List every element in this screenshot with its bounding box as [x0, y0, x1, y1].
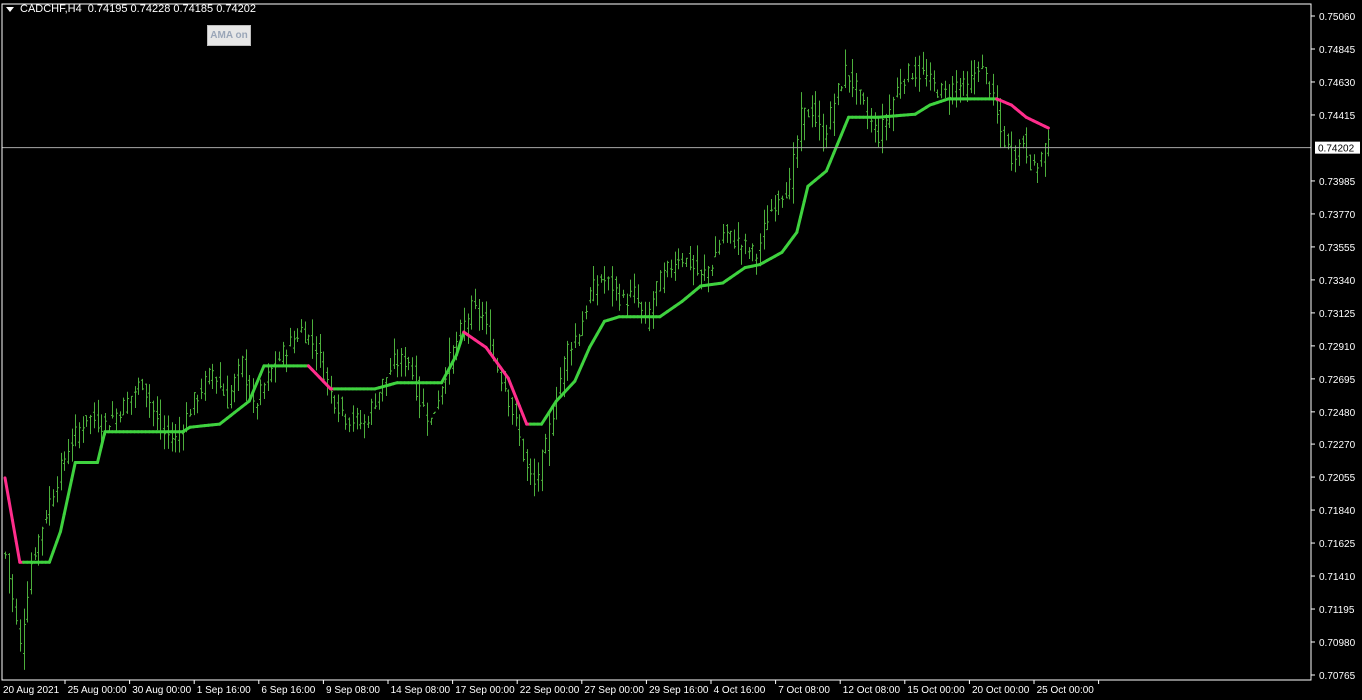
- y-tick-label: 0.73770: [1319, 210, 1356, 221]
- x-tick-label: 17 Sep 00:00: [455, 685, 515, 696]
- chart-background: [0, 0, 1362, 700]
- y-tick-label: 0.72910: [1319, 342, 1356, 353]
- x-tick-label: 9 Sep 08:00: [326, 685, 380, 696]
- chart-header: CADCHF,H4 0.74195 0.74228 0.74185 0.7420…: [6, 3, 256, 15]
- bid-label-text: 0.74202: [1318, 144, 1355, 155]
- y-tick-label: 0.71625: [1319, 539, 1356, 550]
- y-tick-label: 0.71840: [1319, 506, 1356, 517]
- x-tick-label: 29 Sep 16:00: [649, 685, 709, 696]
- y-tick-label: 0.70765: [1319, 671, 1356, 682]
- ama-segment: [1043, 124, 1050, 130]
- y-tick-label: 0.73125: [1319, 309, 1356, 320]
- y-tick-label: 0.72055: [1319, 473, 1356, 484]
- x-tick-label: 14 Sep 08:00: [391, 685, 451, 696]
- x-tick-label: 4 Oct 16:00: [714, 685, 766, 696]
- x-tick-label: 1 Sep 16:00: [197, 685, 251, 696]
- x-tick-label: 12 Oct 08:00: [843, 685, 901, 696]
- y-tick-label: 0.71410: [1319, 572, 1356, 583]
- y-tick-label: 0.74630: [1319, 78, 1356, 89]
- ohlc-values: 0.74195 0.74228 0.74185 0.74202: [87, 3, 256, 15]
- y-tick-label: 0.74415: [1319, 111, 1356, 122]
- triangle-down-icon[interactable]: [6, 7, 14, 12]
- current-price-label: 0.74202: [1315, 141, 1360, 155]
- x-tick-label: 7 Oct 08:00: [778, 685, 830, 696]
- y-tick-label: 0.73555: [1319, 243, 1356, 254]
- x-tick-label: 20 Oct 00:00: [972, 685, 1030, 696]
- y-tick-label: 0.73985: [1319, 177, 1356, 188]
- ama-toggle-button[interactable]: AMA on: [207, 25, 251, 46]
- x-tick-label: 25 Aug 00:00: [68, 685, 127, 696]
- y-tick-label: 0.72480: [1319, 408, 1356, 419]
- x-tick-label: 20 Aug 2021: [3, 685, 60, 696]
- x-tick-label: 30 Aug 00:00: [132, 685, 191, 696]
- y-tick-label: 0.72270: [1319, 440, 1356, 451]
- x-tick-label: 25 Oct 00:00: [1037, 685, 1095, 696]
- x-tick-label: 15 Oct 00:00: [907, 685, 965, 696]
- y-tick-label: 0.70980: [1319, 638, 1356, 649]
- y-tick-label: 0.74845: [1319, 45, 1356, 56]
- y-tick-label: 0.73340: [1319, 276, 1356, 287]
- symbol-timeframe: CADCHF,H4: [20, 3, 82, 15]
- price-chart[interactable]: 0.75060 0.74845 0.74630 0.74415 0.73985 0.737…: [0, 0, 1362, 700]
- y-tick-label: 0.71195: [1319, 605, 1355, 616]
- y-tick-label: 0.72695: [1319, 375, 1356, 386]
- x-tick-label: 22 Sep 00:00: [520, 685, 580, 696]
- y-tick-label: 0.75060: [1319, 12, 1356, 23]
- x-tick-label: 6 Sep 16:00: [261, 685, 315, 696]
- x-tick-label: 27 Sep 00:00: [584, 685, 644, 696]
